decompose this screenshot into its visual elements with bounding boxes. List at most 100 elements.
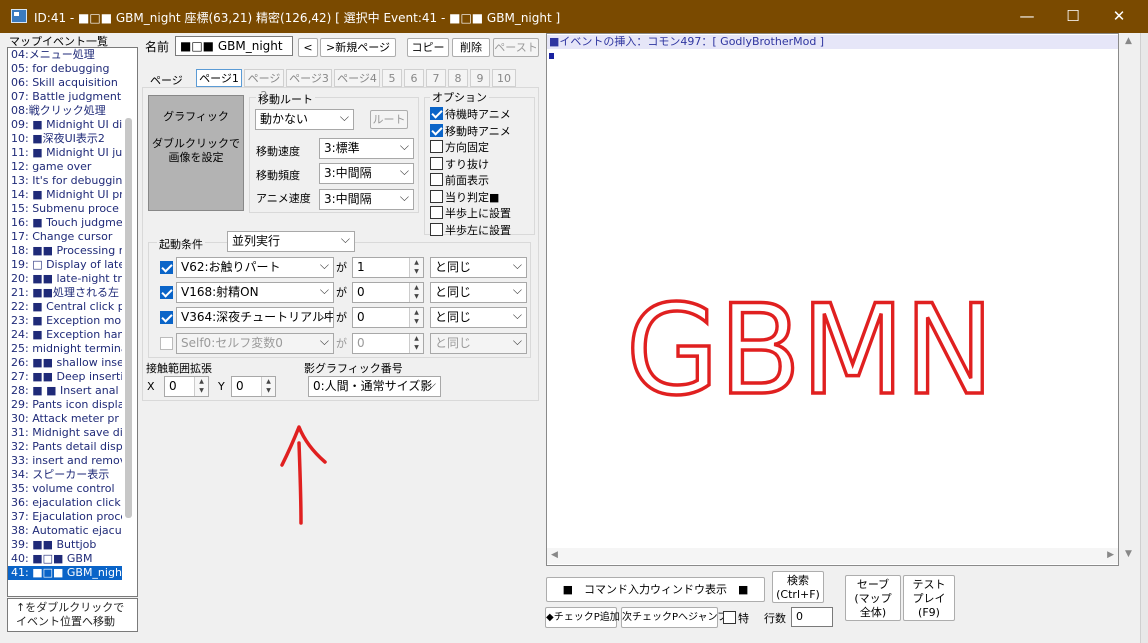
event-list-item[interactable]: 15: Submenu proce bbox=[8, 202, 124, 216]
tab-page-8[interactable]: 8 bbox=[448, 69, 468, 87]
move-type-select[interactable]: 動かない bbox=[255, 109, 354, 130]
event-list-item[interactable]: 11: ■ Midnight UI ju bbox=[8, 146, 124, 160]
graphic-box[interactable]: グラフィック ダブルクリックで 画像を設定 bbox=[148, 95, 244, 211]
event-list-item[interactable]: 21: ■■処理される左 bbox=[8, 286, 124, 300]
event-list-item[interactable]: 07: Battle judgment bbox=[8, 90, 124, 104]
event-list-item[interactable]: 41: ■□■ GBM_night bbox=[8, 566, 124, 580]
event-list-item[interactable]: 40: ■□■ GBM bbox=[8, 552, 124, 566]
event-list-item[interactable]: 13: It's for debuggin bbox=[8, 174, 124, 188]
condition-operator-select[interactable]: と同じ bbox=[430, 257, 527, 278]
condition-value-input[interactable]: 0 ▲ ▼ bbox=[352, 333, 424, 354]
scrollbar-thumb[interactable] bbox=[125, 118, 132, 518]
event-list-item[interactable]: 18: ■■ Processing ri bbox=[8, 244, 124, 258]
event-list-item[interactable]: 34: スピーカー表示 bbox=[8, 468, 124, 482]
command-vscrollbar[interactable]: ▲ ▼ bbox=[1120, 34, 1138, 564]
event-list-item[interactable]: 06: Skill acquisition r bbox=[8, 76, 124, 90]
condition-operator-select[interactable]: と同じ bbox=[430, 282, 527, 303]
event-list-item[interactable]: 39: ■■ Buttjob bbox=[8, 538, 124, 552]
event-list-item[interactable]: 36: ejaculation click bbox=[8, 496, 124, 510]
row-count-input[interactable]: 0 bbox=[791, 607, 833, 627]
title-bar[interactable]: ID:41 - ■□■ GBM_night 座標(63,21) 精密(126,4… bbox=[0, 0, 1148, 33]
spin-arrows[interactable]: ▲ ▼ bbox=[409, 308, 423, 327]
command-line-1[interactable]: ■イベントの挿入：コモン497：[ GodlyBrotherMod ] bbox=[547, 35, 1118, 49]
condition-variable-select[interactable]: Self0:セルフ変数0 bbox=[176, 333, 334, 354]
condition-operator-select[interactable]: と同じ bbox=[430, 307, 527, 328]
tab-page-5[interactable]: 5 bbox=[382, 69, 402, 87]
spin-arrows[interactable]: ▲ ▼ bbox=[194, 377, 208, 396]
event-list-item[interactable]: 32: Pants detail disp bbox=[8, 440, 124, 454]
prev-page-button[interactable]: < bbox=[298, 38, 318, 57]
event-list-item[interactable]: 24: ■ Exception han bbox=[8, 328, 124, 342]
route-button[interactable]: ルート bbox=[370, 110, 408, 129]
tab-page-1[interactable]: ページ1 bbox=[196, 69, 242, 87]
save-button[interactable]: セーブ (マップ 全体) bbox=[845, 575, 901, 621]
spin-arrows[interactable]: ▲ ▼ bbox=[409, 283, 423, 302]
close-button[interactable]: ✕ bbox=[1096, 0, 1142, 33]
shadow-select[interactable]: 0:人間・通常サイズ影 bbox=[308, 376, 441, 397]
option-checkbox[interactable] bbox=[430, 222, 443, 236]
spin-arrows[interactable]: ▲ ▼ bbox=[261, 377, 275, 396]
next-checkpoint-button[interactable]: 次チェックPへジャンプ bbox=[621, 607, 727, 628]
tab-page-2[interactable]: ページ2 bbox=[244, 69, 284, 102]
anim-speed-select[interactable]: 3:中間隔 bbox=[319, 189, 414, 210]
tab-page-4[interactable]: ページ4 bbox=[334, 69, 380, 87]
tab-page-3[interactable]: ページ3 bbox=[286, 69, 332, 87]
minimize-button[interactable]: — bbox=[1004, 0, 1050, 33]
event-list-item[interactable]: 29: Pants icon displa bbox=[8, 398, 124, 412]
event-list-item[interactable]: 31: Midnight save di bbox=[8, 426, 124, 440]
scroll-up-icon[interactable]: ▲ bbox=[1125, 36, 1132, 46]
add-checkpoint-button[interactable]: ◆チェックP追加 bbox=[545, 607, 620, 628]
condition-checkbox[interactable] bbox=[160, 311, 173, 324]
event-list-item[interactable]: 28: ■ ■ Insert anal bbox=[8, 384, 124, 398]
trigger-select[interactable]: 並列実行 bbox=[227, 231, 355, 252]
scroll-right-icon[interactable]: ▶ bbox=[1107, 550, 1114, 560]
event-list-item[interactable]: 26: ■■ shallow inser bbox=[8, 356, 124, 370]
tab-page-7[interactable]: 7 bbox=[426, 69, 446, 87]
condition-value-input[interactable]: 0 ▲ ▼ bbox=[352, 307, 424, 328]
paste-button[interactable]: ペースト bbox=[493, 38, 539, 57]
event-list-item[interactable]: 14: ■ Midnight UI pr bbox=[8, 188, 124, 202]
option-checkbox[interactable] bbox=[430, 156, 443, 170]
command-window-button[interactable]: ■ コマンド入力ウィンドウ表示 ■ bbox=[546, 577, 765, 602]
spin-arrows[interactable]: ▲ ▼ bbox=[409, 258, 423, 277]
event-list-item[interactable]: 20: ■■ late-night tre bbox=[8, 272, 124, 286]
condition-checkbox[interactable] bbox=[160, 337, 173, 350]
tab-page-9[interactable]: 9 bbox=[470, 69, 490, 87]
frequency-select[interactable]: 3:中間隔 bbox=[319, 163, 414, 184]
event-list-item[interactable]: 19: □ Display of late- bbox=[8, 258, 124, 272]
event-list-item[interactable]: 10: ■深夜UI表示2 bbox=[8, 132, 124, 146]
option-checkbox[interactable] bbox=[430, 107, 443, 120]
condition-operator-select[interactable]: と同じ bbox=[430, 333, 527, 354]
new-page-button[interactable]: >新規ページ bbox=[320, 38, 396, 57]
scroll-left-icon[interactable]: ◀ bbox=[551, 550, 558, 560]
delete-button[interactable]: 削除 bbox=[452, 38, 490, 57]
condition-checkbox[interactable] bbox=[160, 261, 173, 274]
event-name-input[interactable]: ■□■ GBM_night bbox=[175, 36, 293, 56]
option-checkbox[interactable] bbox=[430, 173, 443, 186]
event-list-item[interactable]: 37: Ejaculation proce bbox=[8, 510, 124, 524]
search-button[interactable]: 検索 (Ctrl+F) bbox=[772, 571, 824, 603]
condition-checkbox[interactable] bbox=[160, 286, 173, 299]
condition-variable-select[interactable]: V364:深夜チュートリアル中 bbox=[176, 307, 334, 328]
condition-value-input[interactable]: 0 ▲ ▼ bbox=[352, 282, 424, 303]
contact-x-input[interactable]: 0 ▲ ▼ bbox=[164, 376, 209, 397]
tab-page-10[interactable]: 10 bbox=[492, 69, 516, 87]
event-list-item[interactable]: 22: ■ Central click pr bbox=[8, 300, 124, 314]
event-list-item[interactable]: 04:メニュー処理 bbox=[8, 48, 124, 62]
event-list-item[interactable]: 38: Automatic ejacu bbox=[8, 524, 124, 538]
option-checkbox[interactable] bbox=[430, 189, 443, 203]
special-checkbox[interactable] bbox=[723, 611, 736, 624]
condition-value-input[interactable]: 1 ▲ ▼ bbox=[352, 257, 424, 278]
contact-y-input[interactable]: 0 ▲ ▼ bbox=[231, 376, 276, 397]
event-list[interactable]: 04:メニュー処理 05: for debugging 06: Skill acqu… bbox=[7, 47, 138, 597]
command-end-marker[interactable] bbox=[549, 53, 554, 59]
option-checkbox[interactable] bbox=[430, 206, 443, 219]
event-list-item[interactable]: 35: volume control bbox=[8, 482, 124, 496]
event-list-item[interactable]: 05: for debugging bbox=[8, 62, 124, 76]
event-list-item[interactable]: 16: ■ Touch judgme bbox=[8, 216, 124, 230]
event-list-item[interactable]: 33: insert and remov bbox=[8, 454, 124, 468]
event-list-item[interactable]: 27: ■■ Deep insertic bbox=[8, 370, 124, 384]
event-list-item[interactable]: 30: Attack meter pr bbox=[8, 412, 124, 426]
event-list-item[interactable]: 12: game over bbox=[8, 160, 124, 174]
speed-select[interactable]: 3:標準 bbox=[319, 138, 414, 159]
